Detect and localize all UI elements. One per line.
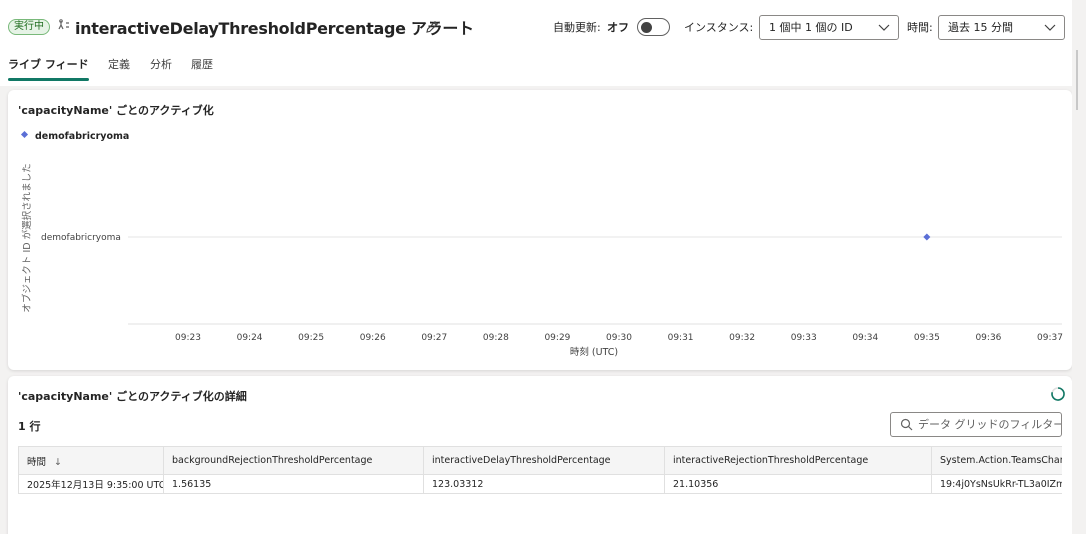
x-tick-label: 09:37 bbox=[1037, 333, 1063, 343]
page-title: interactiveDelayThresholdPercentage アラート bbox=[75, 19, 474, 38]
x-tick-label: 09:28 bbox=[483, 333, 509, 343]
x-tick-label: 09:23 bbox=[175, 333, 201, 343]
x-axis-label: 時刻 (UTC) bbox=[570, 346, 618, 358]
toggle-knob bbox=[641, 21, 652, 33]
header-bar: 実行中 interactiveDelayThresholdPercentage … bbox=[0, 0, 1086, 50]
page-scrollbar[interactable] bbox=[1072, 0, 1086, 534]
x-tick-label: 09:32 bbox=[729, 333, 755, 343]
activation-chart: demofabricryoma オブジェクト ID が選択されました demofab… bbox=[20, 130, 1063, 358]
time-range-value: 過去 15 分間 bbox=[948, 21, 1013, 34]
table-cell: 1.56135 bbox=[163, 474, 424, 494]
y-axis-label: オブジェクト ID が選択されました bbox=[21, 163, 33, 312]
row-count: 1 行 bbox=[18, 420, 41, 433]
column-header-interactive-delay[interactable]: interactiveDelayThresholdPercentage bbox=[423, 446, 665, 475]
column-header-background-rejection[interactable]: backgroundRejectionThresholdPercentage bbox=[163, 446, 424, 475]
grid-filter-placeholder: データ グリッドのフィルター bbox=[918, 418, 1062, 431]
time-range-dropdown[interactable]: 過去 15 分間 bbox=[938, 15, 1065, 40]
rule-icon bbox=[58, 19, 70, 33]
search-icon bbox=[900, 418, 913, 431]
column-header-interactive-rejection[interactable]: interactiveRejectionThresholdPercentage bbox=[664, 446, 932, 475]
legend-label: demofabricryoma bbox=[35, 131, 129, 142]
x-tick-label: 09:34 bbox=[852, 333, 878, 343]
details-card: 'capacityName' ごとのアクティブ化の詳細 1 行 データ グリッド… bbox=[8, 376, 1072, 534]
chart-card: 'capacityName' ごとのアクティブ化 demofabricryoma… bbox=[8, 90, 1072, 370]
data-point bbox=[923, 233, 931, 241]
x-tick-label: 09:25 bbox=[298, 333, 324, 343]
data-grid: 時間 ↓ backgroundRejectionThresholdPercenta… bbox=[18, 446, 1062, 494]
auto-refresh-state: オフ bbox=[607, 21, 629, 34]
x-tick-label: 09:29 bbox=[544, 333, 570, 343]
grid-header-row: 時間 ↓ backgroundRejectionThresholdPercenta… bbox=[18, 446, 1062, 475]
x-tick-label: 09:35 bbox=[914, 333, 940, 343]
x-tick-label: 09:31 bbox=[668, 333, 694, 343]
edit-pencil-icon[interactable] bbox=[424, 19, 440, 35]
auto-refresh-toggle[interactable] bbox=[637, 18, 670, 36]
column-header-label: 時間 bbox=[27, 456, 47, 468]
table-row[interactable]: 2025年12月13日 9:35:00 UTC 1.56135 123.0331… bbox=[18, 474, 1062, 494]
instance-dropdown-value: 1 個中 1 個の ID bbox=[769, 21, 853, 34]
tab-live-feed[interactable]: ライブ フィード bbox=[8, 56, 89, 72]
active-tab-indicator bbox=[8, 78, 89, 81]
details-card-title: 'capacityName' ごとのアクティブ化の詳細 bbox=[18, 390, 247, 403]
x-tick-label: 09:33 bbox=[791, 333, 817, 343]
x-tick-label: 09:26 bbox=[360, 333, 386, 343]
column-header-time[interactable]: 時間 ↓ bbox=[18, 446, 164, 475]
legend-marker bbox=[20, 130, 29, 139]
table-cell: 21.10356 bbox=[664, 474, 932, 494]
x-tick-label: 09:30 bbox=[606, 333, 632, 343]
auto-refresh-label: 自動更新: bbox=[553, 21, 601, 34]
table-cell: 2025年12月13日 9:35:00 UTC bbox=[18, 474, 164, 494]
instance-label: インスタンス: bbox=[684, 21, 754, 34]
sort-descending-icon[interactable]: ↓ bbox=[54, 457, 62, 468]
scrollbar-thumb[interactable] bbox=[1076, 50, 1078, 110]
table-cell: 19:4j0YsNsUkRr-TL3a0IZm4jt_ bbox=[931, 474, 1062, 494]
x-tick-label: 09:27 bbox=[421, 333, 447, 343]
instance-dropdown[interactable]: 1 個中 1 個の ID bbox=[759, 15, 899, 40]
tab-bar: ライブ フィード 定義 分析 履歴 bbox=[0, 50, 1086, 86]
y-tick-label: demofabricryoma bbox=[41, 233, 121, 243]
x-tick-label: 09:24 bbox=[237, 333, 263, 343]
loading-spinner-icon bbox=[1051, 387, 1065, 401]
tab-definition[interactable]: 定義 bbox=[108, 56, 130, 72]
chevron-down-icon bbox=[1044, 24, 1056, 31]
tab-analysis[interactable]: 分析 bbox=[150, 56, 172, 72]
column-header-teams-channel[interactable]: System.Action.TeamsChannel bbox=[931, 446, 1062, 475]
x-tick-label: 09:36 bbox=[975, 333, 1001, 343]
grid-filter-input[interactable]: データ グリッドのフィルター bbox=[890, 412, 1062, 437]
chevron-down-icon bbox=[878, 24, 890, 31]
status-badge: 実行中 bbox=[8, 19, 50, 35]
tab-history[interactable]: 履歴 bbox=[191, 56, 213, 72]
table-cell: 123.03312 bbox=[423, 474, 665, 494]
time-label: 時間: bbox=[907, 21, 933, 34]
